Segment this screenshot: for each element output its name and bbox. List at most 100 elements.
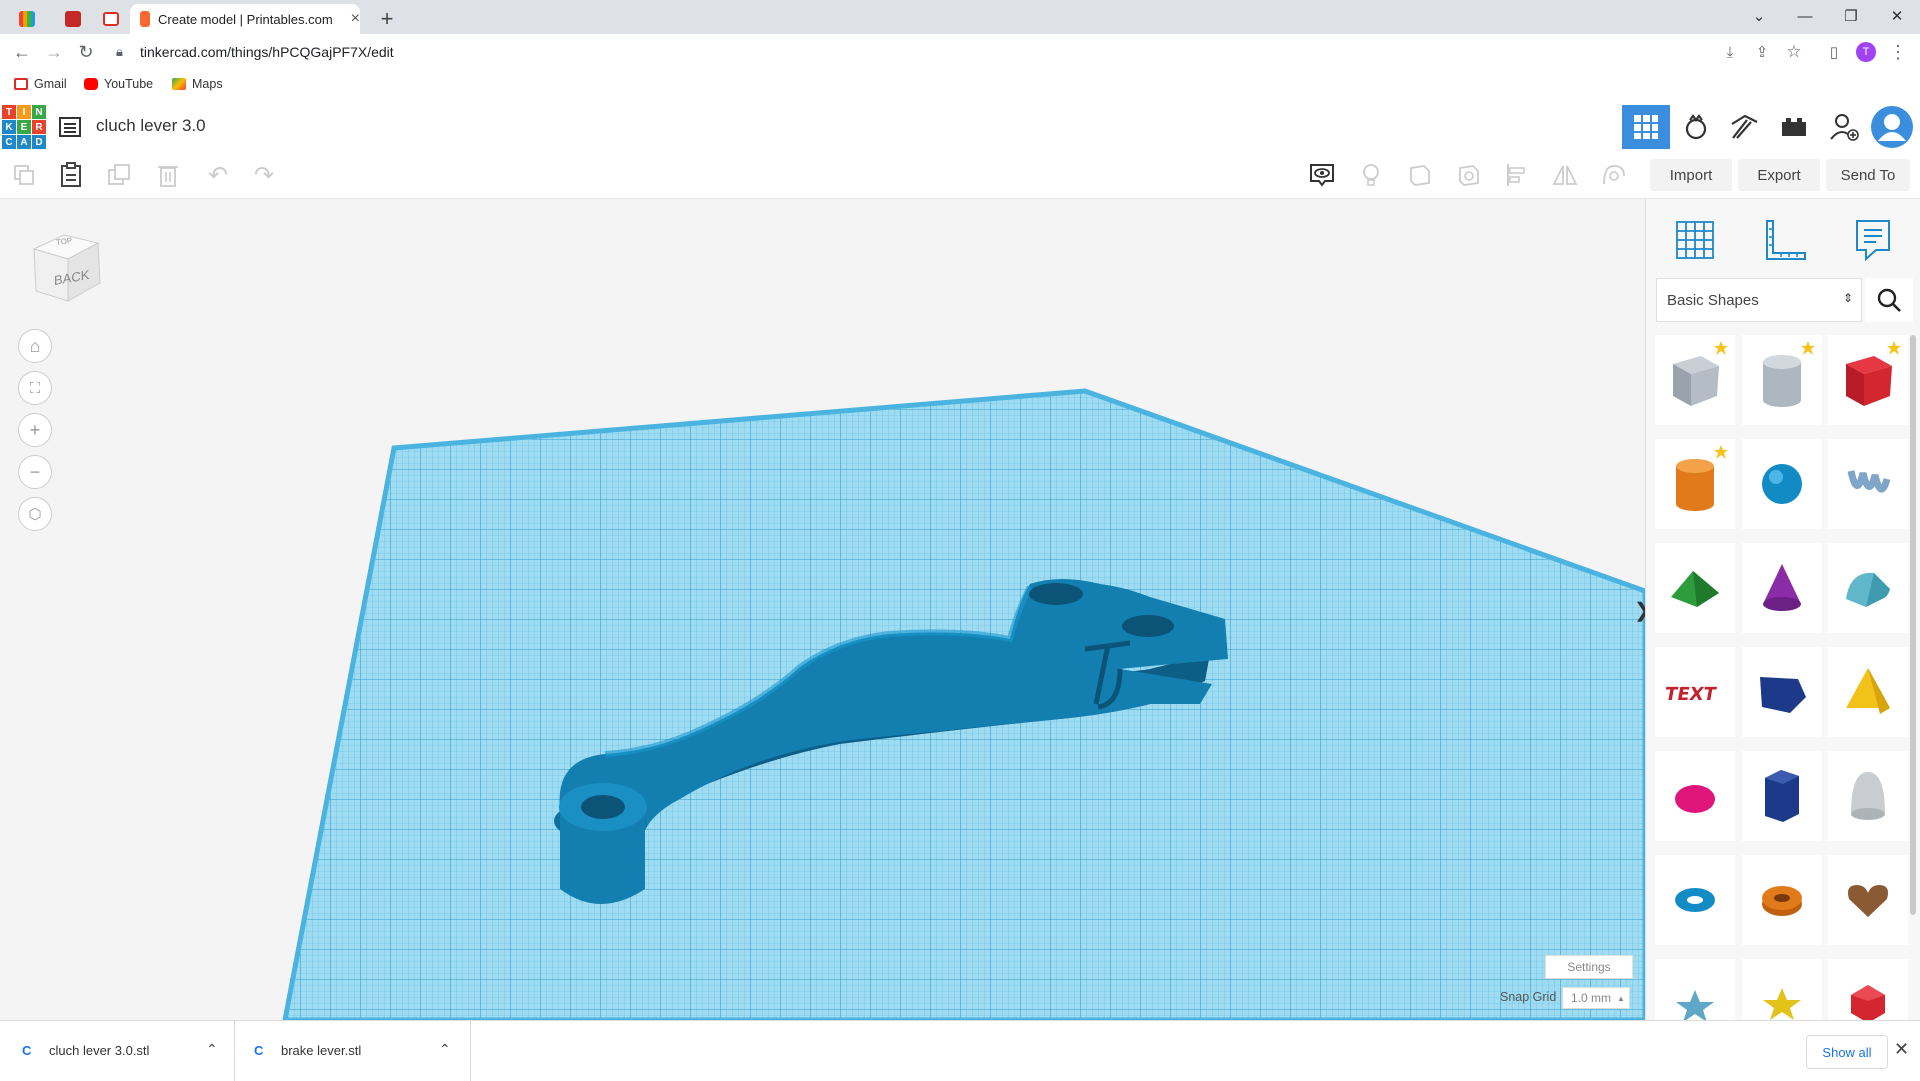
favorite-star-icon <box>1801 341 1815 355</box>
zoom-out-icon[interactable]: − <box>18 455 52 489</box>
youtube-icon <box>84 78 98 90</box>
tab-search-icon[interactable]: ⌄ <box>1736 0 1782 32</box>
shape-scribble[interactable] <box>1828 439 1908 529</box>
design-title[interactable]: cluch lever 3.0 <box>96 116 206 136</box>
shape-cylinder[interactable] <box>1655 439 1735 529</box>
download-options-chevron-icon[interactable]: ⌃ <box>206 1041 218 1058</box>
tinkercad-header: T I N K E R C A D cluch lever 3.0 <box>0 102 1920 153</box>
shape-star-gold[interactable] <box>1742 959 1822 1020</box>
logo-letter: I <box>17 105 31 119</box>
shape-icosahedron[interactable] <box>1828 959 1908 1020</box>
shape-half-sphere[interactable] <box>1655 751 1735 841</box>
workplane-tool-icon[interactable] <box>1668 213 1722 267</box>
shape-box-striped[interactable] <box>1655 335 1735 425</box>
undo-icon[interactable]: ↶ <box>204 162 232 189</box>
snap-grid-value: 1.0 mm <box>1571 991 1612 1005</box>
show-all-icon[interactable] <box>1308 162 1336 188</box>
gmail-favicon-icon <box>103 12 119 26</box>
shape-pyramid[interactable] <box>1828 647 1908 737</box>
redo-icon[interactable]: ↷ <box>250 162 278 189</box>
import-button[interactable]: Import <box>1650 159 1732 191</box>
close-download-shelf-icon[interactable]: ✕ <box>1894 1039 1909 1060</box>
hole-shape-icon[interactable] <box>1455 162 1483 188</box>
note-light-icon[interactable] <box>1357 162 1385 188</box>
snap-grid-select[interactable]: 1.0 mm ▲ <box>1562 987 1630 1009</box>
view-cube[interactable]: TOP BACK <box>26 225 106 305</box>
reload-icon[interactable]: ↻ <box>74 41 98 63</box>
home-view-icon[interactable]: ⌂ <box>18 329 52 363</box>
cruise-icon[interactable] <box>1600 162 1628 188</box>
tab-tinkercad[interactable] <box>8 4 46 34</box>
shape-sphere[interactable] <box>1742 439 1822 529</box>
paste-icon[interactable] <box>57 162 85 188</box>
logo-letter: D <box>32 135 46 149</box>
download-item[interactable]: C cluch lever 3.0.stl ⌃ <box>0 1021 235 1081</box>
tinkercad-logo[interactable]: T I N K E R C A D <box>2 105 46 149</box>
shape-box[interactable] <box>1828 335 1908 425</box>
shape-paraboloid[interactable] <box>1828 751 1908 841</box>
bricks-icon[interactable] <box>1720 105 1768 149</box>
bookmark-youtube[interactable]: YouTube <box>84 77 153 91</box>
align-icon[interactable] <box>1503 162 1531 188</box>
shape-cylinder-striped[interactable] <box>1742 335 1822 425</box>
shape-polygon[interactable] <box>1742 647 1822 737</box>
panel-scrollbar[interactable] <box>1910 335 1916 915</box>
perspective-icon[interactable]: ⬡ <box>18 497 52 531</box>
install-icon[interactable]: ⤓ <box>1718 41 1742 63</box>
shape-star[interactable] <box>1655 959 1735 1020</box>
tab-gmail[interactable] <box>92 4 130 34</box>
shape-tube[interactable] <box>1742 855 1822 945</box>
tab-2[interactable] <box>54 4 92 34</box>
new-tab-button[interactable]: + <box>372 4 402 34</box>
bookmark-gmail[interactable]: Gmail <box>14 77 67 91</box>
export-button[interactable]: Export <box>1738 159 1820 191</box>
restore-icon[interactable]: ❐ <box>1828 0 1874 32</box>
delete-icon[interactable] <box>154 162 182 188</box>
bookmarks-bar: Gmail YouTube Maps <box>0 70 1920 103</box>
solid-shape-icon[interactable] <box>1406 162 1434 188</box>
settings-button[interactable]: Settings <box>1545 955 1633 979</box>
forward-icon[interactable]: → <box>42 41 66 63</box>
shape-search-icon[interactable] <box>1865 278 1913 322</box>
tab-printables[interactable]: Create model | Printables.com × <box>130 4 360 34</box>
shape-hexagonal-prism[interactable] <box>1742 751 1822 841</box>
omnibox[interactable]: 🔒︎ tinkercad.com/things/hPCQGajPF7X/edit <box>110 38 1890 66</box>
tab-close-icon[interactable]: × <box>351 10 360 28</box>
shape-heart[interactable] <box>1828 855 1908 945</box>
shape-roof[interactable] <box>1655 543 1735 633</box>
mirror-icon[interactable] <box>1551 162 1579 188</box>
back-icon[interactable]: ← <box>10 41 34 63</box>
show-all-downloads-button[interactable]: Show all <box>1806 1035 1888 1069</box>
fit-all-icon[interactable]: ⛶ <box>18 371 52 405</box>
bookmark-label: Gmail <box>34 77 67 91</box>
shape-round-roof[interactable] <box>1828 543 1908 633</box>
3d-view-grid-icon[interactable] <box>1622 105 1670 149</box>
side-panel-icon[interactable]: ▯ <box>1822 41 1846 63</box>
duplicate-icon[interactable] <box>106 162 134 188</box>
design-menu-icon[interactable] <box>58 115 82 139</box>
3d-workplane-viewport[interactable]: TOP BACK ⌂ ⛶ + − ⬡ <box>0 199 1645 1020</box>
blocks-icon[interactable] <box>1672 105 1720 149</box>
shape-cone[interactable] <box>1742 543 1822 633</box>
bookmark-maps[interactable]: Maps <box>172 77 223 91</box>
shape-category-select[interactable]: Basic Shapes ⇕ <box>1656 278 1862 322</box>
close-window-icon[interactable]: ✕ <box>1874 0 1920 32</box>
zoom-in-icon[interactable]: + <box>18 413 52 447</box>
download-options-chevron-icon[interactable]: ⌃ <box>439 1041 451 1058</box>
invite-user-icon[interactable] <box>1820 105 1868 149</box>
user-avatar-icon[interactable] <box>1868 105 1916 149</box>
shape-text[interactable]: TEXT <box>1655 647 1735 737</box>
chrome-menu-icon[interactable]: ⋮ <box>1886 41 1910 63</box>
profile-avatar[interactable]: T <box>1854 41 1878 63</box>
copy-icon[interactable] <box>10 162 38 188</box>
download-item[interactable]: C brake lever.stl ⌃ <box>234 1021 471 1081</box>
shape-torus[interactable] <box>1655 855 1735 945</box>
bookmark-star-icon[interactable]: ☆ <box>1782 41 1806 63</box>
ruler-tool-icon[interactable] <box>1758 213 1812 267</box>
share-icon[interactable]: ⇪ <box>1750 41 1774 63</box>
minimize-icon[interactable]: — <box>1782 0 1828 32</box>
notes-tool-icon[interactable] <box>1846 213 1900 267</box>
lock-icon: 🔒︎ <box>116 44 123 59</box>
sim-lab-icon[interactable] <box>1770 105 1818 149</box>
send-to-button[interactable]: Send To <box>1826 159 1910 191</box>
